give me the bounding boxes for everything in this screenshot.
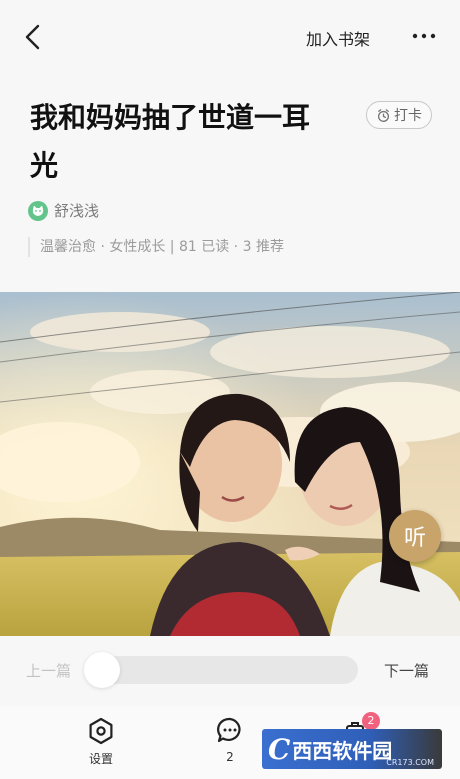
- article-title: 我和妈妈抽了世道一耳光: [30, 101, 311, 182]
- watermark-text: 西西软件园: [292, 738, 393, 763]
- add-to-shelf-button[interactable]: 加入书架: [306, 26, 370, 50]
- next-article-button[interactable]: 下一篇: [384, 660, 429, 681]
- top-bar: 加入书架: [0, 0, 460, 72]
- back-arrow-icon[interactable]: [18, 22, 48, 52]
- article-meta: 温馨治愈 · 女性成长 | 81 已读 · 3 推荐: [28, 237, 284, 257]
- comment-icon[interactable]: [216, 716, 244, 744]
- more-options-icon[interactable]: [410, 24, 438, 48]
- author-avatar: [28, 200, 48, 221]
- cover-image: [0, 292, 460, 636]
- watermark-url: CR173.COM: [386, 758, 434, 767]
- site-watermark-logo: C 西西软件园 CR173.COM: [262, 729, 442, 769]
- cover-illustration: [0, 292, 460, 636]
- settings-icon[interactable]: [86, 716, 116, 746]
- shelf-badge: 2: [362, 712, 380, 730]
- prev-article-button[interactable]: 上一篇: [26, 660, 71, 681]
- watermark-c-mark: C: [268, 732, 291, 766]
- alarm-clock-icon: [377, 108, 390, 122]
- author-row[interactable]: 舒浅浅: [28, 200, 99, 221]
- settings-label[interactable]: 设置: [86, 750, 116, 767]
- progress-slider-track[interactable]: [88, 656, 358, 684]
- checkin-button[interactable]: 打卡: [366, 101, 432, 129]
- author-name: 舒浅浅: [54, 202, 100, 220]
- cat-face-icon: [32, 205, 44, 216]
- listen-button[interactable]: 听: [389, 510, 441, 562]
- checkin-label: 打卡: [394, 108, 422, 124]
- comment-count[interactable]: 2: [216, 750, 244, 764]
- progress-slider-handle[interactable]: [84, 652, 120, 688]
